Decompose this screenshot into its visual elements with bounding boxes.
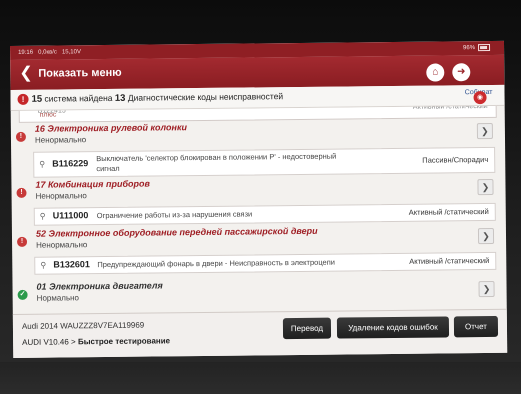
search-icon: ⚲ [39,211,46,221]
summary-text: 15 система найдена 13 Диагностические ко… [32,91,284,105]
back-arrow-icon[interactable]: ❮ [19,65,33,82]
search-icon: ⚲ [40,260,47,270]
chevron-right-icon[interactable]: ❯ [476,122,493,140]
status-time: 19:16 [18,49,34,56]
system-status: Ненормально [35,191,87,201]
dtc-row[interactable]: ⚲ U111000 Ограничение работы из-за наруш… [33,202,496,226]
dtc-state: Активный /статический [408,206,489,217]
chevron-right-icon[interactable]: ❯ [477,227,495,245]
partial-desc: плюс [39,111,57,119]
dtc-desc-line1: Выключатель 'селектор блокирован в полож… [96,151,337,164]
version-prefix: AUDI V10.46 > [22,337,76,347]
search-icon: ⚲ [39,159,46,169]
status-battery: 96% [463,45,476,52]
system-status: Ненормально [36,240,88,250]
diagnostic-screen: 19:16 0,0кв/с 15,10V 96% ❮ Показать меню… [10,40,508,358]
dtc-state: Пассивн/Спорадич [422,154,489,165]
system-row[interactable]: ! 16 Электроника рулевой колонки Ненорма… [11,118,505,151]
dtc-desc-line1: Предупреждающий фонарь в двери - Неиспра… [97,257,335,270]
warning-icon: ! [17,93,29,105]
exit-icon[interactable]: ➜ [452,63,471,82]
status-right: 96% [463,41,491,55]
dtc-desc-line1: Ограничение работы из-за нарушения связи [96,209,253,221]
battery-icon [478,43,491,52]
system-status: Ненормально [34,135,87,145]
summary-text1: система найдена [44,92,113,104]
test-mode: Быстрое тестирование [77,336,171,347]
error-icon: ! [15,131,27,142]
summary-text2: Диагностические коды неисправностей [127,91,284,103]
dtc-row[interactable]: ⚲ B116229 Выключатель 'селектор блокиров… [33,146,496,178]
dtc-code: U111000 [52,210,89,221]
version-info: AUDI V10.46 > Быстрое тестирование [22,336,170,347]
system-row[interactable]: ! 52 Электронное оборудование передней п… [12,223,506,256]
clear-codes-button[interactable]: Удаление кодов ошибок [336,316,450,339]
dtc-code: B116229 [52,158,89,169]
chevron-right-icon[interactable]: ❯ [478,280,495,298]
system-row[interactable]: ✓ 01 Электроника двигателя Нормально ❯ [12,276,506,309]
system-name: 52 Электронное оборудование передней пас… [35,225,318,239]
translate-button[interactable]: Перевод [282,317,332,340]
report-button[interactable]: Отчет [453,315,499,338]
system-name: 16 Электроника рулевой колонки [34,122,188,134]
status-net: 0,0кв/с [38,49,57,56]
vehicle-info: Audi 2014 WAUZZZ8V7EA119969 [21,320,145,331]
dtc-count: 13 [114,92,126,104]
system-name: 01 Электроника двигателя [36,280,163,292]
page-title: Показать меню [38,66,122,80]
camera-icon[interactable]: ◉ [473,91,487,105]
dtc-desc-line2: сигнал [96,163,120,174]
system-status: Нормально [36,293,80,303]
error-icon: ! [16,187,27,198]
check-icon: ✓ [17,289,28,300]
dtc-row[interactable]: ⚲ B132601 Предупреждающий фонарь в двери… [34,251,497,275]
partial-state: Активный /статический [412,105,488,111]
dtc-code: B132601 [53,259,90,270]
system-row[interactable]: ! 17 Комбинация приборов Ненормально ❯ [11,174,505,207]
error-icon: ! [16,236,28,247]
home-icon[interactable]: ⌂ [426,63,445,82]
footer-bar: Audi 2014 WAUZZZ8V7EA119969 AUDI V10.46 … [12,308,508,358]
tablet-bezel-bottom [0,362,521,394]
status-voltage: 15,10V [61,49,82,56]
system-list: B122415 плюс Активный /статический ! 16 … [11,105,507,314]
chevron-right-icon[interactable]: ❯ [477,178,494,196]
dtc-state: Активный /статический [409,255,490,266]
status-left: 19:16 0,0кв/с 15,10V [18,45,81,60]
system-name: 17 Комбинация приборов [35,178,150,190]
system-count: 15 [31,93,43,105]
